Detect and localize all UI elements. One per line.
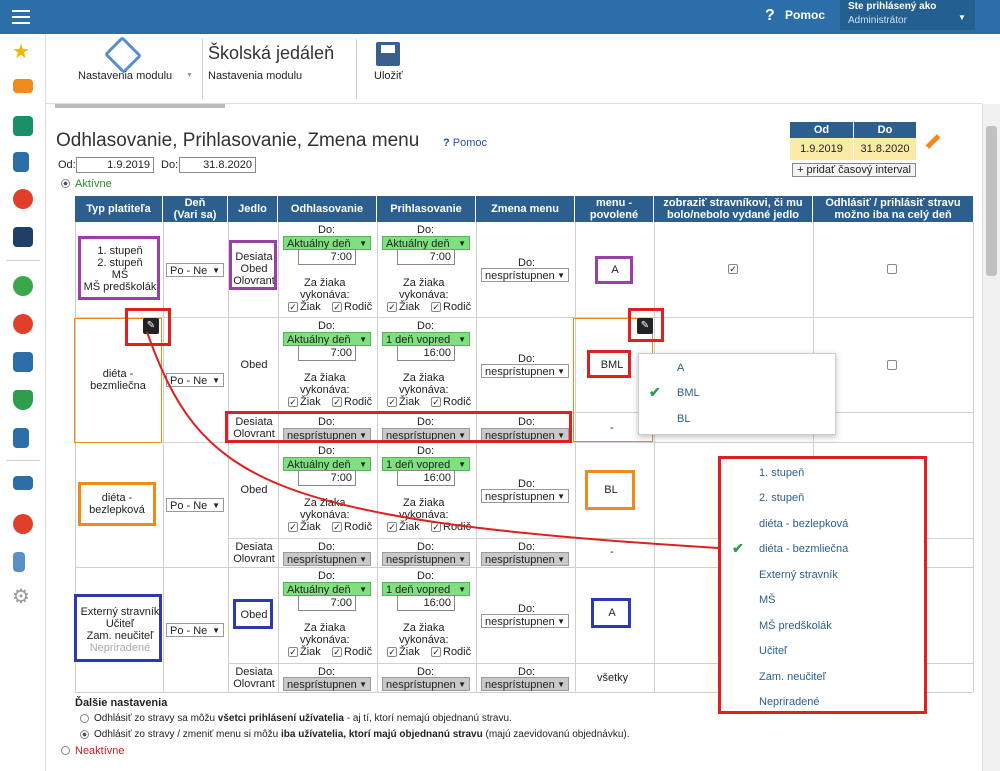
- annotation-connector-line: [146, 331, 719, 549]
